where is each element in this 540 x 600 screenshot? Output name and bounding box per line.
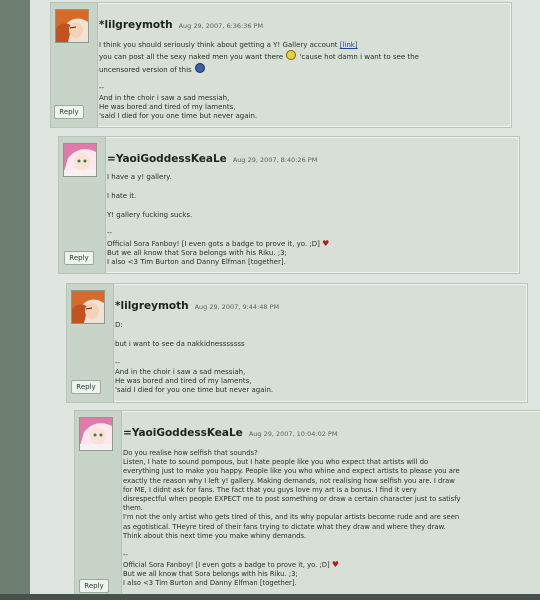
comment-body: Do you realise how selfish that sounds? … <box>123 449 535 588</box>
comment-3: Reply *lilgreymoth Aug 29, 2007, 9:44:48 … <box>66 283 528 403</box>
status-bar <box>0 594 540 600</box>
comment-body: D: but i want to see da nakkidnesssssss … <box>115 321 273 396</box>
avatar-image <box>80 418 112 450</box>
text-line: D: <box>115 321 123 329</box>
heart-icon: ♥ <box>322 238 330 248</box>
avatar[interactable] <box>55 9 89 43</box>
signature-line: But we all know that Sora belongs with h… <box>107 248 287 257</box>
text-line: I hate it. <box>107 191 137 200</box>
text-line: you can post all the sexy naked men you … <box>99 50 419 62</box>
smiley-tongue-icon <box>286 50 297 61</box>
text-line: I'm not the only artist who gets tired o… <box>123 513 460 522</box>
comment-header: *lilgreymoth Aug 29, 2007, 6:36:36 PM <box>99 13 263 32</box>
signature-line: 'said I died for you one time but never … <box>115 386 274 395</box>
signature-line: -- <box>107 229 113 238</box>
text-line: as egotistical. THeyre tired of their fa… <box>123 522 446 531</box>
reply-button[interactable]: Reply <box>54 105 84 119</box>
reply-button[interactable]: Reply <box>71 380 101 394</box>
gallery-link[interactable]: [link] <box>340 41 358 49</box>
comment-1: Reply *lilgreymoth Aug 29, 2007, 6:36:36 … <box>50 2 512 128</box>
signature-line: 'said I died for you one time but never … <box>99 112 258 121</box>
text-line: but i want to see da nakkidnesssssss <box>115 339 245 348</box>
comment-4: Reply =YaoiGoddessKeaLe Aug 29, 2007, 10:… <box>74 410 540 598</box>
signature-line: He was bored and tired of my laments, <box>115 377 252 386</box>
signature-line: And in the choir i saw a sad messiah, <box>115 367 246 376</box>
username-link[interactable]: YaoiGoddessKeaLe <box>116 153 227 165</box>
avatar-image <box>64 144 96 176</box>
text-line: I have a y! gallery. <box>107 173 172 181</box>
signature-line: Official Sora Fanboy! [I even gots a bad… <box>107 238 330 248</box>
username-link[interactable]: lilgreymoth <box>105 19 173 31</box>
heart-icon: ♥ <box>331 559 340 569</box>
comment-body: I think you should seriously think about… <box>99 41 419 122</box>
comment-header: *lilgreymoth Aug 29, 2007, 9:44:48 PM <box>115 294 279 313</box>
signature-line: He was bored and tired of my laments, <box>99 102 236 111</box>
username-link[interactable]: YaoiGoddessKeaLe <box>132 427 243 439</box>
smiley-blush-icon <box>194 62 205 73</box>
comment-date: Aug 29, 2007, 8:40:26 PM <box>232 156 318 164</box>
avatar-image <box>72 291 104 323</box>
signature-line: I also <3 Tim Burton and Danny Elfman [t… <box>123 579 297 588</box>
signature-line: And in the choir i saw a sad messiah, <box>99 93 230 102</box>
comment-2: Reply =YaoiGoddessKeaLe Aug 29, 2007, 8:4… <box>58 136 520 274</box>
text-line: Listen, I hate to sound pompous, but I h… <box>123 458 429 467</box>
comment-header: =YaoiGoddessKeaLe Aug 29, 2007, 8:40:26 P… <box>107 147 317 166</box>
avatar-image <box>56 10 88 42</box>
text-line: I think you should seriously think about… <box>99 41 358 49</box>
reply-button[interactable]: Reply <box>79 579 109 593</box>
signature-line: But we all know that Sora belongs with h… <box>123 569 298 578</box>
text-line: Do you realise how selfish that sounds? <box>123 449 258 457</box>
text-line: uncensored version of this <box>99 62 419 75</box>
avatar[interactable] <box>71 290 105 324</box>
signature-line: -- <box>123 550 128 559</box>
avatar[interactable] <box>63 143 97 177</box>
username-link[interactable]: lilgreymoth <box>121 300 189 312</box>
text-line: everything just to make you happy. Peopl… <box>123 467 460 476</box>
comment-header: =YaoiGoddessKeaLe Aug 29, 2007, 10:04:02 … <box>123 421 337 440</box>
signature-line: -- <box>115 358 121 367</box>
avatar[interactable] <box>79 417 113 451</box>
text-line: Y! gallery fucking sucks. <box>107 210 193 219</box>
reply-button[interactable]: Reply <box>64 251 94 265</box>
comment-date: Aug 29, 2007, 9:44:48 PM <box>194 303 280 311</box>
text-line: Think about this next time you make whin… <box>123 531 307 540</box>
user-symbol: = <box>123 427 132 439</box>
text-line: disrespectful when people EXPECT me to p… <box>123 495 461 504</box>
signature-line: -- <box>99 84 105 93</box>
comment-date: Aug 29, 2007, 6:36:36 PM <box>178 22 264 30</box>
comment-date: Aug 29, 2007, 10:04:02 PM <box>248 430 338 438</box>
text-line: them. <box>123 504 143 513</box>
signature-line: I also <3 Tim Burton and Danny Elfman [t… <box>107 258 286 267</box>
comment-thread: Reply *lilgreymoth Aug 29, 2007, 6:36:36 … <box>30 0 540 600</box>
text-line: for ME, I didnt ask for fans. The fact t… <box>123 485 417 494</box>
signature-line: Official Sora Fanboy! [I even gots a bad… <box>123 559 340 569</box>
comment-body: I have a y! gallery. I hate it. Y! galle… <box>107 173 329 268</box>
text-line: exactly the reason why I left y! gallery… <box>123 476 455 485</box>
user-symbol: = <box>107 153 116 165</box>
